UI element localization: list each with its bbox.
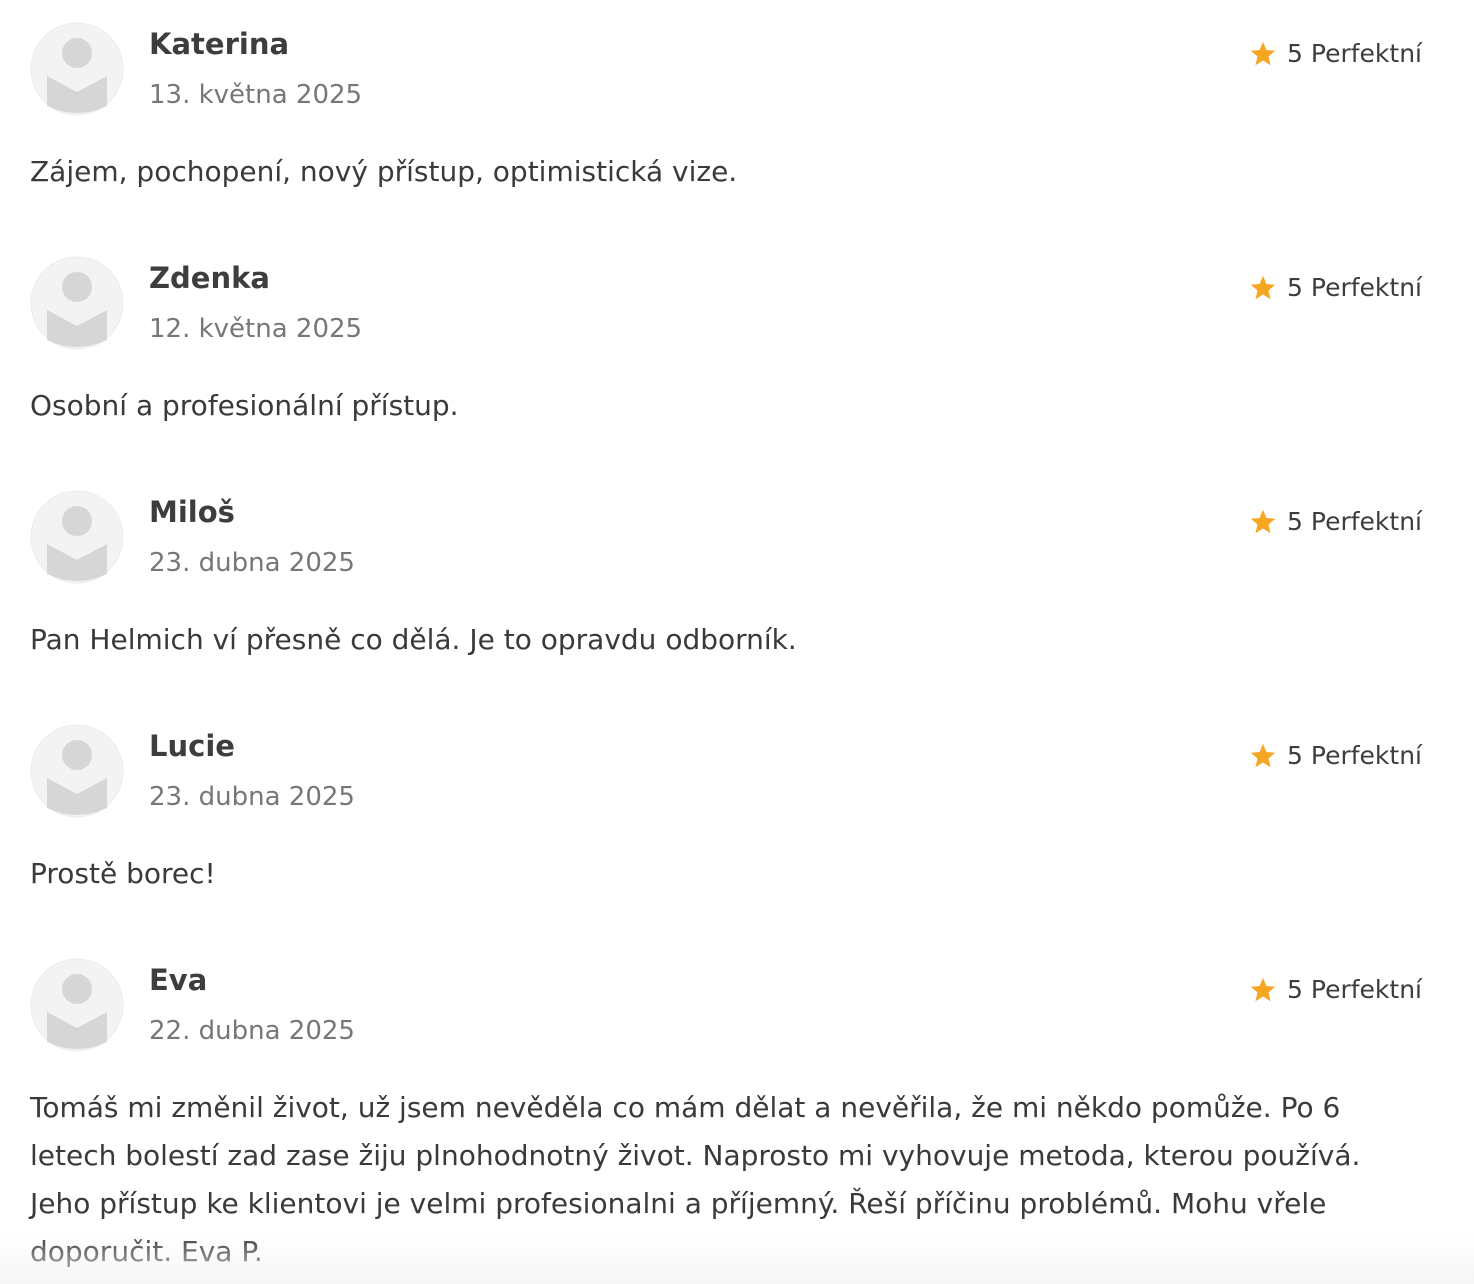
review-text: Tomáš mi změnil život, už jsem nevěděla … — [30, 1091, 1361, 1268]
rating-label: 5 Perfektní — [1287, 975, 1422, 1004]
reviewer-name: Eva — [149, 963, 208, 997]
review-date: 23. dubna 2025 — [149, 782, 355, 812]
user-placeholder-icon — [30, 490, 124, 584]
user-placeholder-icon — [30, 724, 124, 818]
review-text: Osobní a profesionální přístup. — [30, 389, 459, 422]
review-date: 23. dubna 2025 — [149, 548, 355, 578]
star-icon — [1250, 977, 1276, 1001]
rating-label: 5 Perfektní — [1287, 273, 1422, 302]
review-text: Zájem, pochopení, nový přístup, optimist… — [30, 155, 738, 188]
star-icon — [1250, 743, 1276, 767]
rating-badge: 5 Perfektní — [1249, 507, 1422, 536]
review-text: Prostě borec! — [30, 857, 216, 890]
review-date: 22. dubna 2025 — [149, 1016, 355, 1046]
reviewer-name: Katerina — [149, 27, 290, 61]
rating-label: 5 Perfektní — [1287, 507, 1422, 536]
user-placeholder-icon — [30, 22, 124, 116]
rating-label: 5 Perfektní — [1287, 39, 1422, 68]
review-text: Pan Helmich ví přesně co dělá. Je to opr… — [30, 623, 797, 656]
star-icon — [1250, 509, 1276, 533]
user-placeholder-icon — [30, 256, 124, 350]
rating-badge: 5 Perfektní — [1249, 975, 1422, 1004]
reviewer-name: Zdenka — [149, 261, 270, 295]
star-icon — [1250, 41, 1276, 65]
star-icon — [1250, 275, 1276, 299]
rating-label: 5 Perfektní — [1287, 741, 1422, 770]
rating-badge: 5 Perfektní — [1249, 273, 1422, 302]
reviewer-name: Lucie — [149, 729, 235, 763]
review-date: 12. května 2025 — [149, 314, 363, 344]
review-date: 13. května 2025 — [149, 80, 363, 110]
rating-badge: 5 Perfektní — [1249, 741, 1422, 770]
reviewer-name: Miloš — [149, 495, 235, 529]
reviews-list: Katerina 13. května 2025 5 Perfektní Záj… — [0, 0, 1474, 1284]
user-placeholder-icon — [30, 958, 124, 1052]
rating-badge: 5 Perfektní — [1249, 39, 1422, 68]
